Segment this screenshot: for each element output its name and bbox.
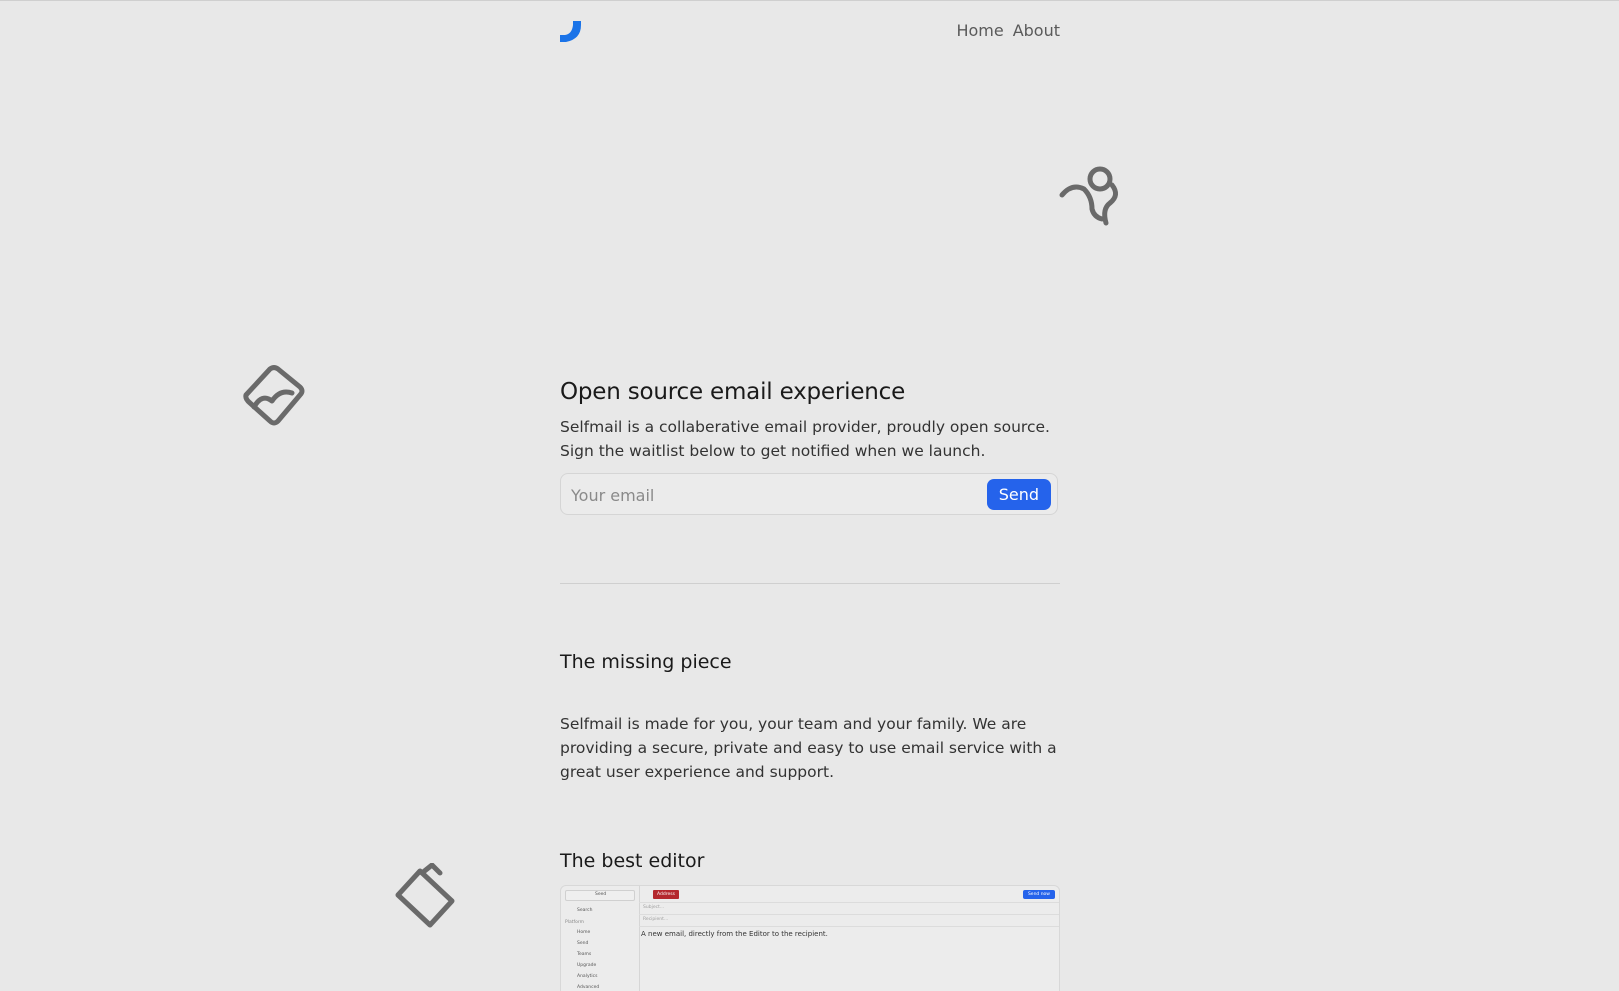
waitlist-form: Send [560,473,1058,515]
best-editor-title: The best editor [560,850,705,872]
editor-send-button: Send now [1022,890,1055,899]
missing-piece-body: Selfmail is made for you, your team and … [560,715,1057,781]
main-nav: Home About [956,21,1060,40]
nav-link-about[interactable]: About [1013,21,1060,40]
editor-search: Search [577,908,593,913]
editor-recipient-field: Recipient... [643,917,669,922]
editor-sidebar-item: Analytics [577,974,598,979]
hero-section: Open source email experience Selfmail is… [560,379,1060,515]
editor-body-text: A new email, directly from the Editor to… [641,930,828,938]
wallet-doodle-icon [395,863,455,928]
editor-sidebar-item: Send [577,941,589,946]
editor-sidebar-item: Upgrade [577,963,597,968]
editor-subject-field: Subject... [643,905,665,910]
envelope-doodle-icon [243,365,305,426]
editor-preview-image: Seed Search Platform Home Send Teams Upg… [560,885,1060,991]
editor-section-label: Platform [565,920,584,925]
editor-sidebar: Seed Search Platform Home Send Teams Upg… [561,886,640,991]
logo-icon[interactable] [560,21,582,43]
site-header: Home About [560,1,1060,65]
send-button[interactable]: Send [986,479,1051,510]
editor-account: Seed [595,892,607,897]
nav-link-home[interactable]: Home [956,21,1003,40]
missing-piece-title: The missing piece [560,651,732,673]
page-container: Home About Open source email experience … [560,1,1060,991]
hero-title: Open source email experience [560,379,906,405]
editor-sidebar-item: Advanced [577,985,600,990]
person-doodle-icon [1059,166,1118,226]
editor-sidebar-item: Teams [577,952,592,957]
editor-sidebar-item: Home [577,930,591,935]
email-input[interactable] [569,480,973,510]
editor-main: Address Send now Subject... Recipient...… [639,886,1059,991]
section-divider [560,583,1060,584]
hero-description: Selfmail is a collaberative email provid… [560,418,1050,460]
editor-address-tag: Address [653,890,679,899]
